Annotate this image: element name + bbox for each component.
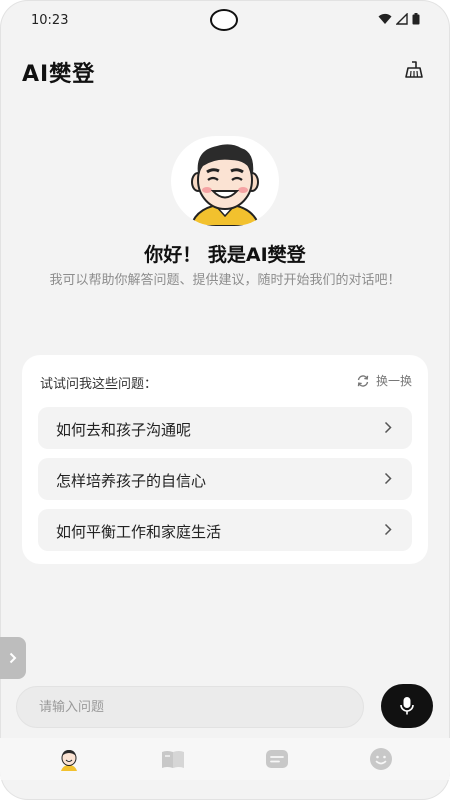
suggestion-title: 试试问我这些问题：	[40, 377, 158, 392]
suggestion-item-1[interactable]: 如何去和孩子沟通呢	[38, 407, 412, 449]
broom-icon	[405, 61, 423, 78]
avatar-icon	[61, 750, 77, 771]
avatar-cartoon-icon	[189, 144, 261, 226]
suggestion-item-label: 如何去和孩子沟通呢	[56, 421, 192, 439]
app-title: AI樊登	[22, 62, 96, 87]
refresh-icon	[357, 374, 369, 387]
suggestion-card: 试试问我这些问题： 换一换 如何去和孩子沟通呢 怎样培养孩子的自信心 如何平衡工…	[22, 355, 428, 564]
suggestion-item-label: 如何平衡工作和家庭生活	[56, 523, 222, 541]
greeting-heading: 你好！ 我是AI樊登	[144, 244, 306, 266]
wifi-icon	[378, 13, 392, 24]
camera-cutout	[210, 9, 238, 31]
nav-item-profile[interactable]	[367, 746, 395, 772]
book-icon	[162, 751, 184, 768]
suggestion-item-label: 怎样培养孩子的自信心	[56, 472, 207, 490]
nav-item-assistant[interactable]	[55, 746, 83, 772]
chat-icon	[266, 750, 288, 768]
refresh-label: 换一换	[375, 374, 412, 388]
nav-item-messages[interactable]	[263, 746, 291, 772]
chevron-right-icon	[9, 652, 17, 664]
clear-chat-button[interactable]	[402, 58, 426, 82]
smile-icon	[370, 748, 392, 770]
phone-screen: 10:23 AI樊登 你好！ 我是AI樊登 我可以帮助你解答问题、提供建议，随时…	[0, 0, 450, 800]
chevron-right-icon	[384, 472, 392, 485]
microphone-icon	[400, 697, 414, 715]
question-input[interactable]	[17, 687, 339, 727]
status-time: 10:23	[31, 13, 69, 28]
battery-icon	[412, 13, 420, 25]
suggestion-item-3[interactable]: 如何平衡工作和家庭生活	[38, 509, 412, 551]
chevron-right-icon	[384, 523, 392, 536]
status-bar: 10:23	[0, 0, 450, 40]
expand-side-tab[interactable]	[0, 637, 26, 679]
voice-input-button[interactable]	[381, 684, 433, 728]
question-input-wrapper	[16, 686, 364, 728]
chevron-right-icon	[384, 421, 392, 434]
refresh-button[interactable]: 换一换	[356, 372, 412, 389]
ai-avatar	[171, 136, 279, 226]
status-icons	[378, 13, 420, 25]
bottom-nav	[0, 738, 450, 780]
signal-icon	[396, 13, 408, 25]
nav-item-books[interactable]	[159, 746, 187, 772]
intro-text: 我可以帮助你解答问题、提供建议，随时开始我们的对话吧！	[49, 273, 401, 288]
suggestion-item-2[interactable]: 怎样培养孩子的自信心	[38, 458, 412, 500]
